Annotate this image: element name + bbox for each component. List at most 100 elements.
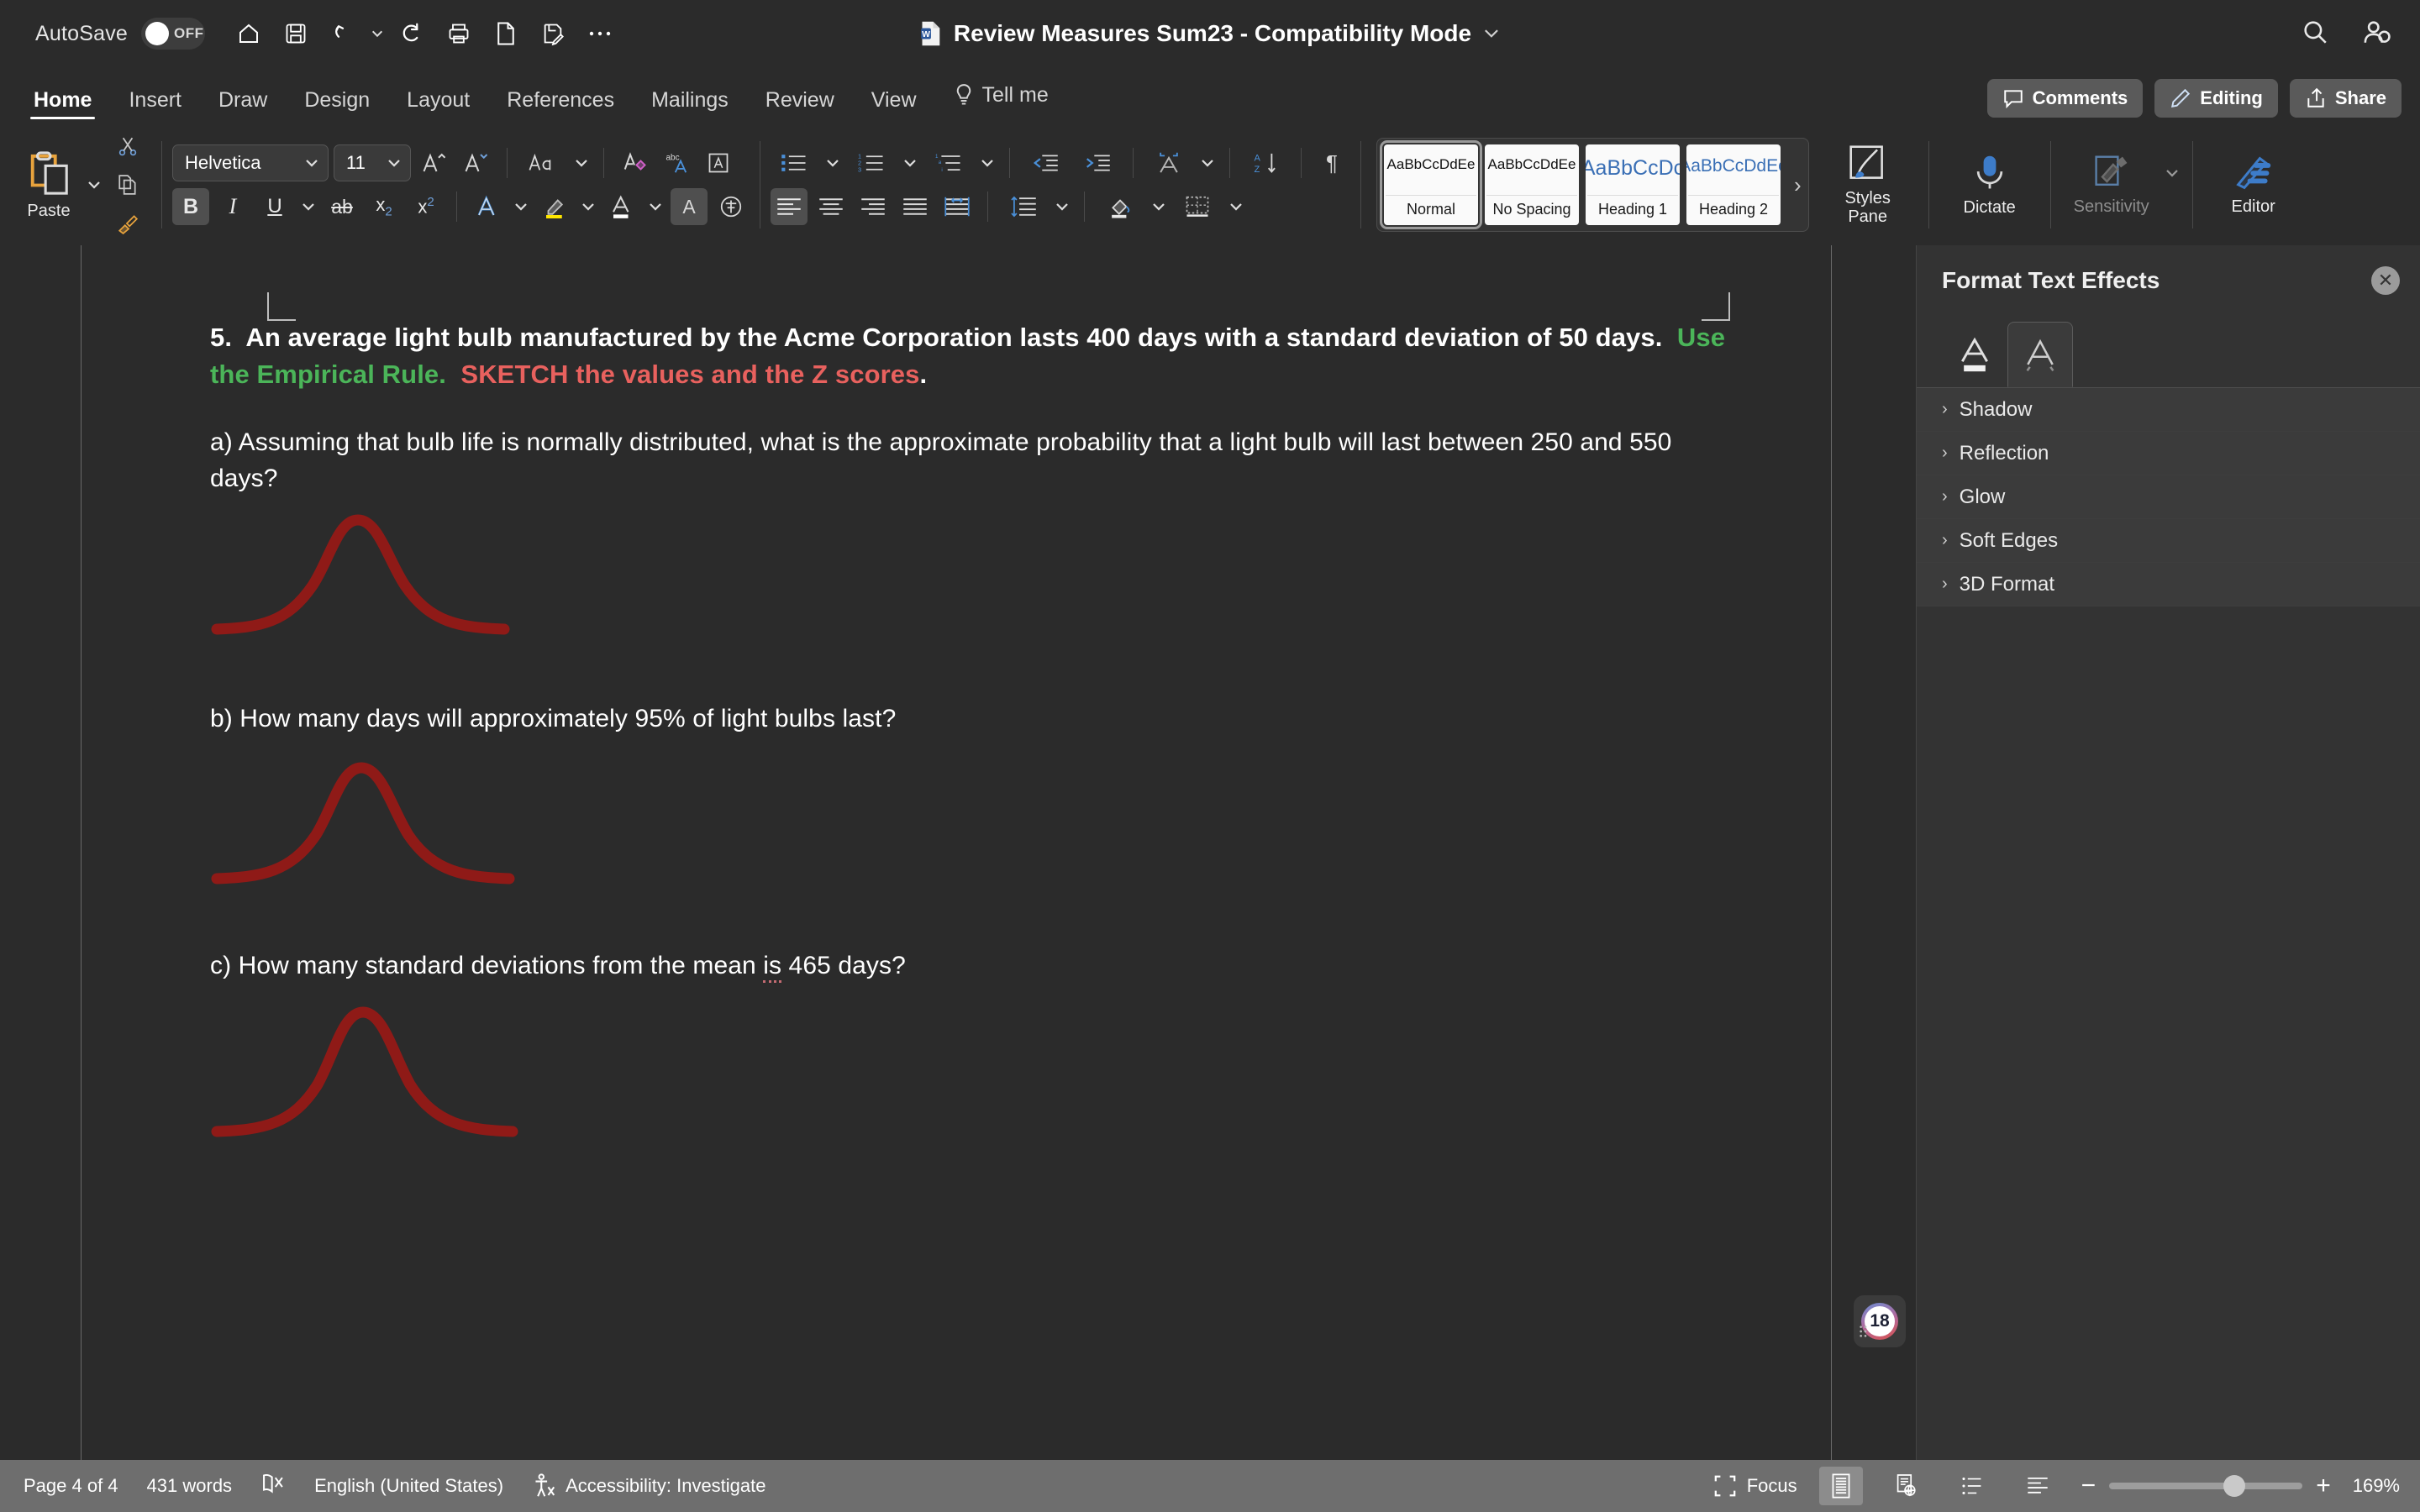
styles-gallery-more-icon[interactable]: › bbox=[1787, 172, 1808, 198]
style-heading-1[interactable]: AaBbCcDc Heading 1 bbox=[1586, 144, 1680, 225]
bullets-dropdown-icon[interactable] bbox=[823, 144, 843, 181]
cut-button[interactable] bbox=[109, 128, 146, 165]
styles-pane-button[interactable]: Styles Pane bbox=[1818, 144, 1918, 226]
save-icon[interactable] bbox=[274, 12, 318, 55]
save-as-icon[interactable] bbox=[531, 12, 575, 55]
zoom-in-button[interactable]: + bbox=[2316, 1473, 2331, 1499]
focus-button[interactable]: Focus bbox=[1713, 1474, 1797, 1498]
redo-icon[interactable] bbox=[390, 12, 434, 55]
bullets-button[interactable] bbox=[771, 144, 818, 181]
pane-section-reflection[interactable]: › Reflection bbox=[1917, 432, 2420, 475]
pane-section-glow[interactable]: › Glow bbox=[1917, 475, 2420, 519]
document-title[interactable]: W Review Measures Sum23 - Compatibility … bbox=[920, 20, 1500, 47]
print-layout-view-button[interactable] bbox=[1818, 1467, 1863, 1505]
share-button[interactable]: Share bbox=[2289, 79, 2402, 118]
undo-dropdown-icon[interactable] bbox=[368, 27, 387, 40]
document-page[interactable]: 5. An average light bulb manufactured by… bbox=[84, 245, 1832, 1460]
align-right-button[interactable] bbox=[855, 188, 892, 225]
tab-references[interactable]: References bbox=[488, 88, 633, 124]
home-icon[interactable] bbox=[227, 12, 271, 55]
pane-section-3d-format[interactable]: › 3D Format bbox=[1917, 563, 2420, 606]
new-document-icon[interactable] bbox=[484, 12, 528, 55]
superscript-button[interactable]: x2 bbox=[408, 188, 445, 225]
more-options-icon[interactable] bbox=[578, 12, 622, 55]
bold-button[interactable]: B bbox=[172, 188, 209, 225]
sort-button[interactable]: AZ bbox=[1242, 144, 1289, 181]
pane-section-shadow[interactable]: › Shadow bbox=[1917, 388, 2420, 432]
proofing-errors-icon[interactable] bbox=[260, 1471, 286, 1501]
paste-dropdown-icon[interactable] bbox=[84, 166, 104, 203]
zoom-thumb[interactable] bbox=[2223, 1475, 2246, 1497]
numbering-button[interactable]: 123 bbox=[848, 144, 895, 181]
font-color-dropdown-icon[interactable] bbox=[645, 188, 666, 225]
strikethrough-button[interactable]: ab bbox=[324, 188, 360, 225]
clear-formatting-button[interactable] bbox=[616, 144, 653, 181]
spelling-grammar-button[interactable]: abc bbox=[658, 144, 695, 181]
highlight-dropdown-icon[interactable] bbox=[578, 188, 598, 225]
web-layout-view-button[interactable] bbox=[1885, 1467, 1928, 1505]
align-left-button[interactable] bbox=[771, 188, 808, 225]
language-indicator[interactable]: English (United States) bbox=[314, 1475, 503, 1497]
phonetic-guide-button[interactable] bbox=[713, 188, 750, 225]
subscript-button[interactable]: x2 bbox=[366, 188, 402, 225]
title-dropdown-icon[interactable] bbox=[1483, 20, 1500, 47]
tab-design[interactable]: Design bbox=[286, 88, 388, 124]
account-icon[interactable] bbox=[2363, 18, 2391, 50]
line-spacing-dropdown-icon[interactable] bbox=[1052, 188, 1072, 225]
asian-layout-dropdown-icon[interactable] bbox=[1197, 144, 1218, 181]
multilevel-list-dropdown-icon[interactable] bbox=[977, 144, 997, 181]
page-indicator[interactable]: Page 4 of 4 bbox=[24, 1475, 118, 1497]
editor-button[interactable]: Editor bbox=[2203, 154, 2304, 216]
text-fill-outline-tab[interactable] bbox=[1942, 322, 2007, 387]
draft-view-button[interactable] bbox=[2016, 1467, 2060, 1505]
format-painter-button[interactable] bbox=[109, 205, 146, 242]
autosave-toggle[interactable]: OFF bbox=[141, 18, 206, 50]
underline-dropdown-icon[interactable] bbox=[298, 188, 318, 225]
numbering-dropdown-icon[interactable] bbox=[900, 144, 920, 181]
decrease-font-size-button[interactable] bbox=[458, 144, 495, 181]
borders-dropdown-icon[interactable] bbox=[1226, 188, 1246, 225]
multilevel-list-button[interactable]: 1ai bbox=[925, 144, 972, 181]
style-no-spacing[interactable]: AaBbCcDdEe No Spacing bbox=[1485, 144, 1579, 225]
decrease-indent-button[interactable] bbox=[1022, 144, 1069, 181]
underline-button[interactable]: U bbox=[256, 188, 293, 225]
tab-view[interactable]: View bbox=[853, 88, 935, 124]
tab-mailings[interactable]: Mailings bbox=[633, 88, 747, 124]
autosave-control[interactable]: AutoSave OFF bbox=[35, 18, 206, 50]
asian-layout-button[interactable] bbox=[1145, 144, 1192, 181]
change-case-button[interactable] bbox=[519, 144, 566, 181]
print-icon[interactable] bbox=[437, 12, 481, 55]
distributed-button[interactable] bbox=[939, 188, 976, 225]
shading-dropdown-icon[interactable] bbox=[1149, 188, 1169, 225]
tab-layout[interactable]: Layout bbox=[388, 88, 488, 124]
style-normal[interactable]: AaBbCcDdEe Normal bbox=[1380, 140, 1482, 229]
sensitivity-dropdown-icon[interactable] bbox=[2162, 155, 2182, 192]
increase-font-size-button[interactable] bbox=[416, 144, 453, 181]
spelling-error-word[interactable]: is bbox=[763, 951, 782, 983]
tab-home[interactable]: Home bbox=[15, 88, 110, 124]
sensitivity-button[interactable]: Sensitivity bbox=[2061, 154, 2162, 216]
paste-button[interactable]: Paste bbox=[13, 150, 84, 221]
change-case-dropdown-icon[interactable] bbox=[571, 144, 592, 181]
drag-handle-icon[interactable] bbox=[1859, 1325, 1872, 1342]
font-size-combo[interactable]: 11 bbox=[334, 144, 411, 181]
tab-review[interactable]: Review bbox=[747, 88, 853, 124]
text-highlight-shading-button[interactable]: A bbox=[671, 188, 708, 225]
zoom-slider[interactable]: − + bbox=[2081, 1473, 2331, 1499]
pane-section-soft-edges[interactable]: › Soft Edges bbox=[1917, 519, 2420, 563]
outline-view-button[interactable] bbox=[1950, 1467, 1994, 1505]
copy-button[interactable] bbox=[109, 166, 146, 203]
accessibility-status[interactable]: Accessibility: Investigate bbox=[532, 1473, 766, 1499]
undo-icon[interactable] bbox=[321, 12, 365, 55]
document-area[interactable]: 5. An average light bulb manufactured by… bbox=[0, 245, 1916, 1460]
text-effects-dropdown-icon[interactable] bbox=[511, 188, 531, 225]
zoom-level[interactable]: 169% bbox=[2353, 1475, 2400, 1497]
text-effects-tab[interactable] bbox=[2007, 322, 2073, 387]
justify-button[interactable] bbox=[897, 188, 934, 225]
close-icon[interactable]: ✕ bbox=[2371, 266, 2400, 295]
shading-button[interactable] bbox=[1097, 188, 1144, 225]
show-formatting-marks-button[interactable]: ¶ bbox=[1313, 144, 1350, 181]
increase-indent-button[interactable] bbox=[1074, 144, 1121, 181]
italic-button[interactable]: I bbox=[214, 188, 251, 225]
dictate-button[interactable]: Dictate bbox=[1939, 153, 2040, 217]
